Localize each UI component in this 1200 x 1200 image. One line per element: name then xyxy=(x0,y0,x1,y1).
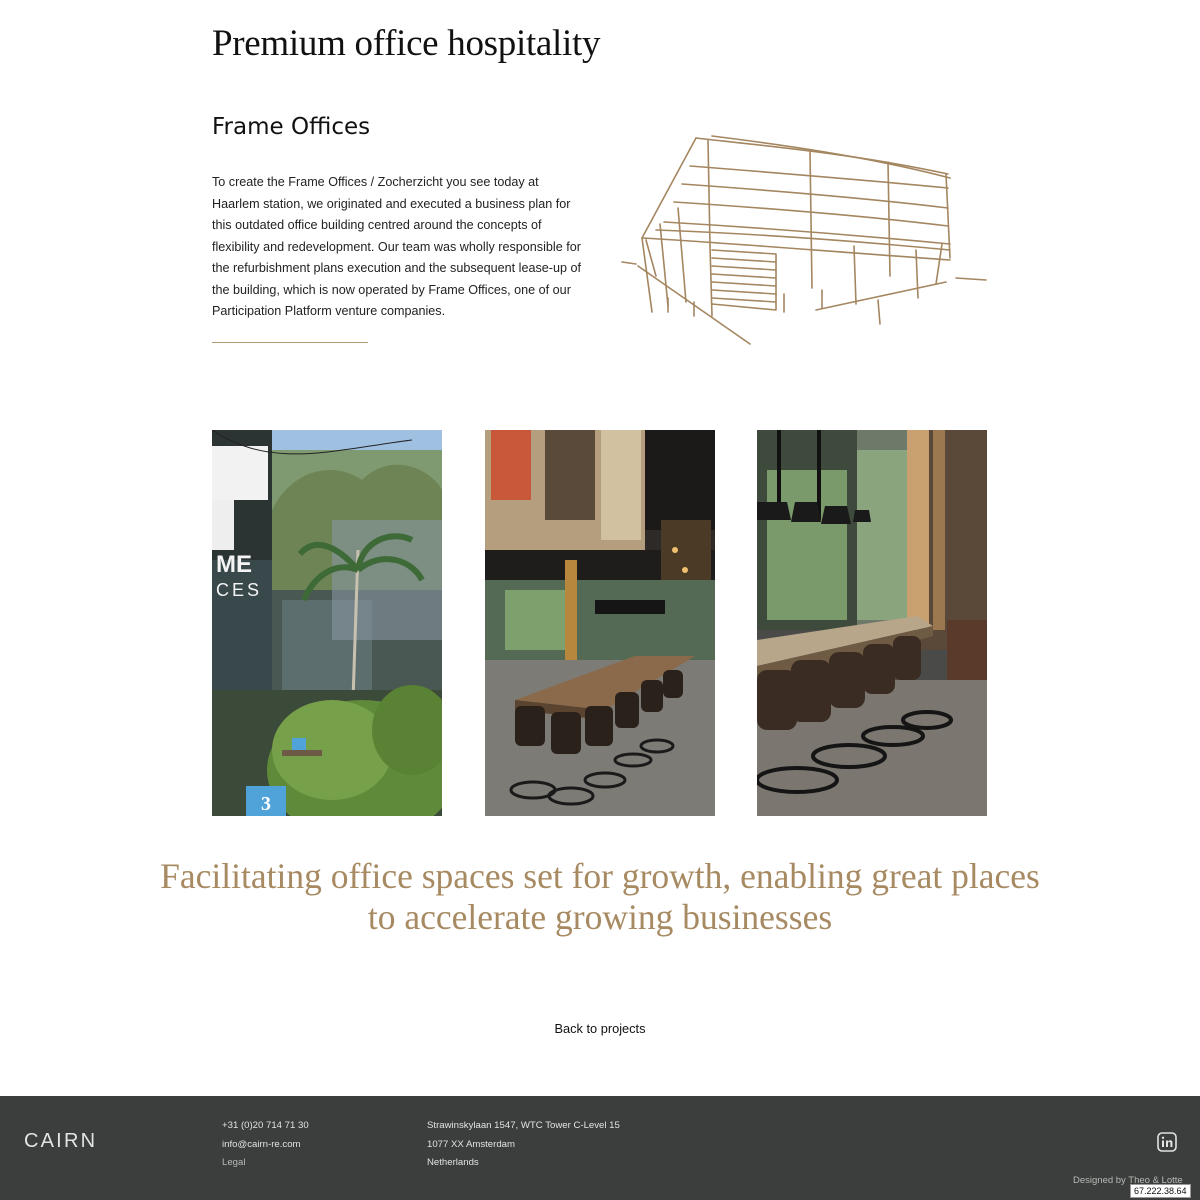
back-to-projects-link[interactable]: Back to projects xyxy=(450,1021,750,1036)
gallery-photo-terrace: ME CES 3 xyxy=(212,430,442,816)
footer-address-line1: Strawinskylaan 1547, WTC Tower C-Level 1… xyxy=(427,1120,620,1131)
footer-address-line2: 1077 XX Amsterdam xyxy=(427,1138,515,1150)
footer-legal-link[interactable]: Legal xyxy=(222,1157,309,1176)
gallery-photo-table-closeup xyxy=(757,430,987,816)
ip-address-badge: 67.222.38.64 xyxy=(1130,1184,1191,1198)
page-title: Premium office hospitality xyxy=(212,23,601,64)
footer-contact: +31 (0)20 714 71 30 info@cairn-re.com Le… xyxy=(222,1120,309,1176)
building-sketch-illustration xyxy=(621,135,987,345)
site-footer: CAIRN +31 (0)20 714 71 30 info@cairn-re.… xyxy=(0,1096,1200,1200)
linkedin-icon[interactable] xyxy=(1157,1132,1177,1152)
storefront-sign-text: ME xyxy=(216,551,252,578)
footer-address: Strawinskylaan 1547, WTC Tower C-Level 1… xyxy=(427,1120,620,1176)
project-name: Frame Offices xyxy=(212,114,371,140)
gallery-photo-dining-hall xyxy=(485,430,715,816)
project-description: To create the Frame Offices / Zocherzich… xyxy=(212,175,581,318)
footer-address-line3: Netherlands xyxy=(427,1157,479,1168)
footer-phone[interactable]: +31 (0)20 714 71 30 xyxy=(222,1120,309,1139)
footer-email[interactable]: info@cairn-re.com xyxy=(222,1139,309,1158)
tagline: Facilitating office spaces set for growt… xyxy=(160,856,1040,937)
storefront-sign-subtext: CES xyxy=(216,580,262,600)
footer-logo[interactable]: CAIRN xyxy=(24,1130,97,1153)
cube-number: 3 xyxy=(261,793,271,815)
section-divider xyxy=(212,342,368,343)
